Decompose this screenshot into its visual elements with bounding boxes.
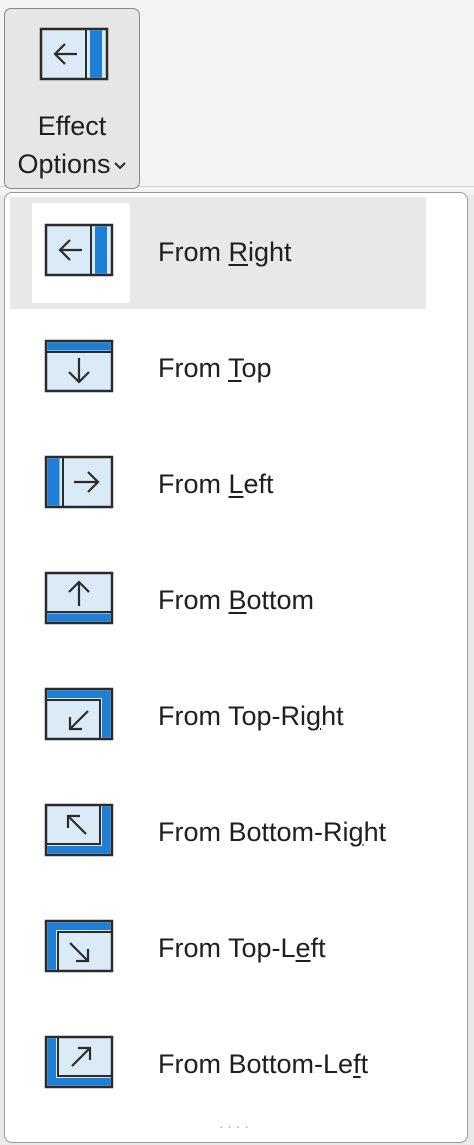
menu-item-label: From Bottom-Right — [158, 817, 387, 847]
menu-item-from-bottom-left[interactable]: From Bottom-Left — [10, 1009, 426, 1121]
menu-item-label: From Bottom-Left — [158, 1049, 369, 1079]
menu-icon-container — [32, 203, 130, 303]
from-right-icon — [44, 223, 114, 277]
from-top-left-icon — [44, 919, 114, 973]
menu-item-from-bottom-right[interactable]: From Bottom-Right — [10, 777, 426, 889]
menu-icon-container — [32, 1015, 130, 1115]
menu-item-label: From Bottom — [158, 585, 315, 615]
from-bottom-right-icon — [44, 803, 114, 857]
menu-icon-container — [32, 899, 130, 999]
from-top-icon — [44, 339, 114, 393]
menu-item-label: From Top — [158, 353, 272, 383]
menu-item-from-bottom[interactable]: From Bottom — [10, 545, 426, 657]
from-left-icon — [44, 455, 114, 509]
effect-options-label-line1: Effect — [37, 111, 107, 141]
menu-icon-container — [32, 435, 130, 535]
menu-icon-container — [32, 551, 130, 651]
menu-item-label: From Top-Left — [158, 933, 326, 963]
menu-resize-grip[interactable]: ⋅⋅⋅⋅ — [5, 1119, 467, 1136]
effect-options-button[interactable]: Effect Options — [4, 8, 140, 189]
from-right-icon — [39, 27, 109, 81]
from-top-right-icon — [44, 687, 114, 741]
menu-item-label: From Right — [158, 237, 292, 267]
menu-item-from-top[interactable]: From Top — [10, 313, 426, 425]
effect-options-label-line2: Options — [5, 147, 139, 181]
from-bottom-icon — [44, 571, 114, 625]
menu-icon-container — [32, 667, 130, 767]
chevron-down-icon — [113, 162, 126, 170]
menu-item-from-left[interactable]: From Left — [10, 429, 426, 541]
menu-item-from-top-right[interactable]: From Top-Right — [10, 661, 426, 773]
menu-item-from-right[interactable]: From Right — [10, 197, 426, 309]
menu-item-label: From Top-Right — [158, 701, 344, 731]
menu-item-label: From Left — [158, 469, 274, 499]
menu-icon-container — [32, 319, 130, 419]
effect-options-menu: From Right From Top From Left From Botto… — [4, 192, 468, 1143]
menu-item-from-top-left[interactable]: From Top-Left — [10, 893, 426, 1005]
from-bottom-left-icon — [44, 1035, 114, 1089]
menu-icon-container — [32, 783, 130, 883]
